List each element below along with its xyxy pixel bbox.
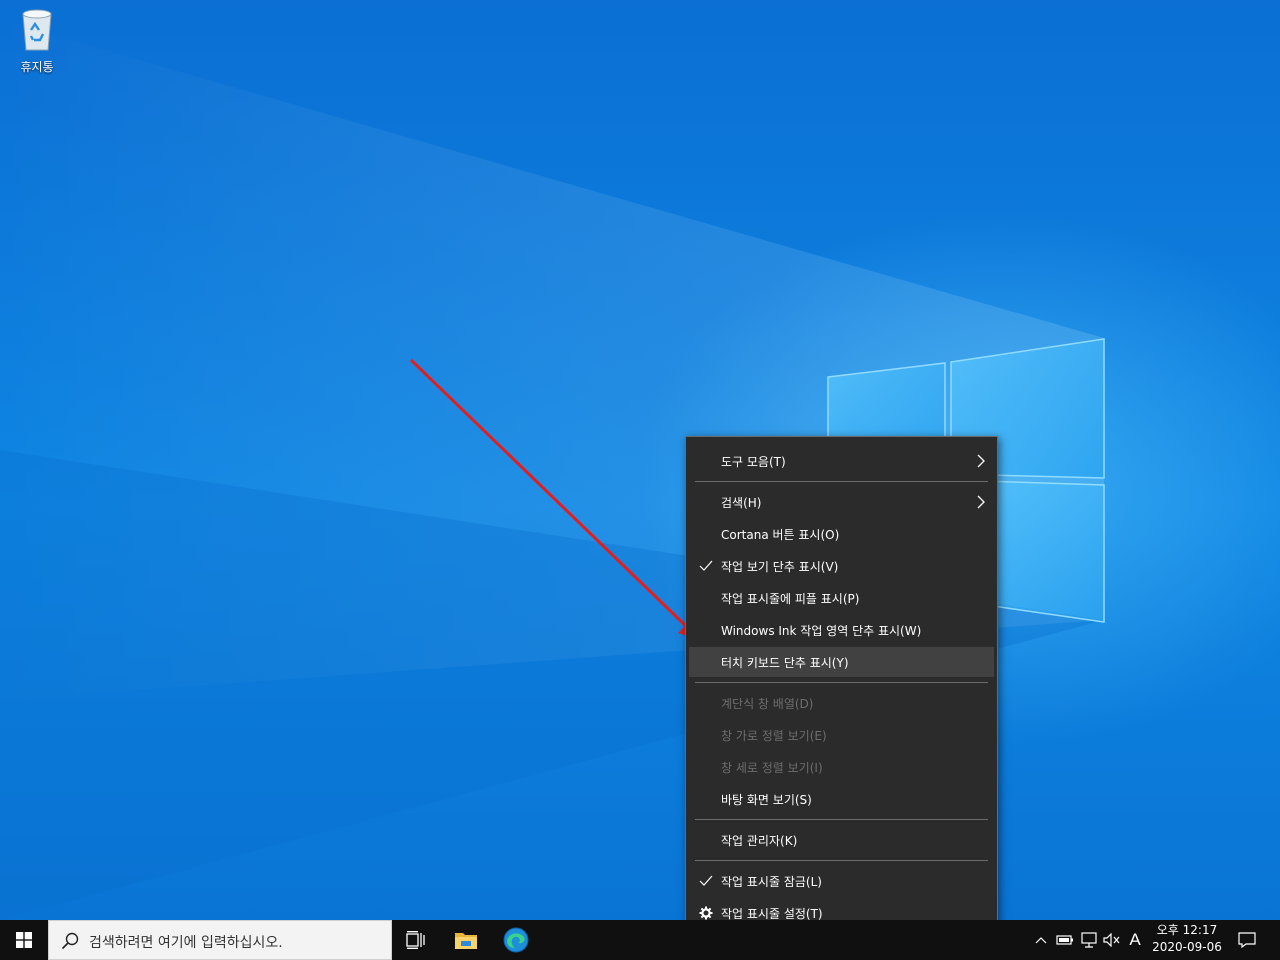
task-view-icon [406,931,425,949]
chevron-right-icon [977,495,985,509]
menu-item-search[interactable]: 검색(H) [689,487,994,517]
windows-logo-icon [16,932,32,948]
show-hidden-icons-button[interactable] [1030,920,1052,960]
menu-separator [695,860,988,861]
wallpaper [0,20,1105,920]
clock-date: 2020-09-06 [1152,940,1222,954]
file-explorer-icon [455,933,477,949]
clock-time: 오후 12:17 [1156,923,1218,937]
menu-item-touch-keyboard[interactable]: 터치 키보드 단추 표시(Y) [689,647,994,677]
taskbar-search-box[interactable]: 검색하려면 여기에 입력하십시오. [48,920,392,960]
start-button[interactable] [0,920,48,960]
battery-button[interactable] [1054,920,1076,960]
menu-item-cascade[interactable]: 계단식 창 배열(D) [689,688,994,718]
checkmark-icon [699,875,713,886]
clock[interactable]: 오후 12:17 2020-09-06 [1148,922,1226,958]
notification-icon [1238,932,1256,948]
menu-item-task-view[interactable]: 작업 보기 단추 표시(V) [689,551,994,581]
task-view-button[interactable] [392,920,440,960]
edge-icon [503,927,529,953]
file-explorer-button[interactable] [442,920,490,960]
menu-item-lock-taskbar[interactable]: 작업 표시줄 잠금(L) [689,866,994,896]
action-center-button[interactable] [1232,920,1262,960]
ime-indicator[interactable]: A [1124,920,1146,960]
desktop: 휴지통 [0,0,1280,920]
chevron-up-icon [1035,937,1047,944]
menu-item-people[interactable]: 작업 표시줄에 피플 표시(P) [689,583,994,613]
menu-separator [695,819,988,820]
menu-item-show-desktop[interactable]: 바탕 화면 보기(S) [689,784,994,814]
checkmark-icon [699,560,713,571]
chevron-right-icon [977,454,985,468]
menu-separator [695,481,988,482]
search-icon [61,932,79,950]
menu-item-stacked[interactable]: 창 가로 정렬 보기(E) [689,720,994,750]
menu-item-toolbars[interactable]: 도구 모음(T) [689,446,994,476]
gear-icon [699,906,713,920]
volume-muted-icon [1103,933,1120,947]
battery-icon [1056,935,1073,945]
edge-button[interactable] [492,920,540,960]
menu-item-side-by-side[interactable]: 창 세로 정렬 보기(I) [689,752,994,782]
menu-item-windows-ink[interactable]: Windows Ink 작업 영역 단추 표시(W) [689,615,994,645]
menu-item-cortana[interactable]: Cortana 버튼 표시(O) [689,519,994,549]
recycle-bin[interactable]: 휴지통 [6,6,68,78]
recycle-bin-icon [22,9,52,51]
taskbar-context-menu: 도구 모음(T) 검색(H) Cortana 버튼 표시(O) 작업 보기 단추… [685,436,998,938]
network-icon [1081,932,1097,948]
volume-button[interactable] [1101,920,1123,960]
menu-separator [695,682,988,683]
search-placeholder: 검색하려면 여기에 입력하십시오. [89,935,283,951]
recycle-bin-label: 휴지통 [20,60,54,74]
network-button[interactable] [1078,920,1100,960]
menu-item-task-manager[interactable]: 작업 관리자(K) [689,825,994,855]
taskbar: 검색하려면 여기에 입력하십시오. A 오후 12:17 2020-09-06 [0,920,1280,960]
